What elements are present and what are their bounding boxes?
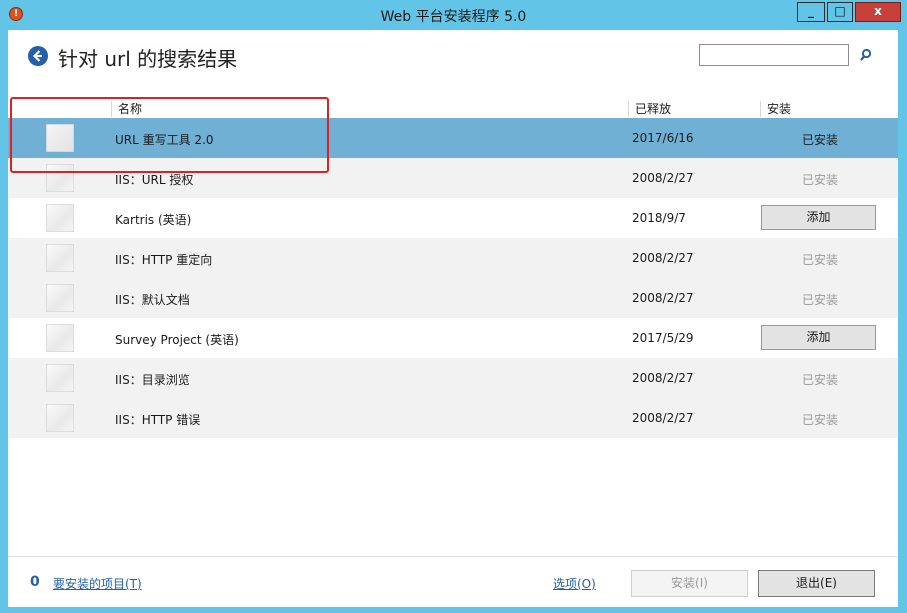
release-date: 2018/9/7: [632, 211, 686, 225]
release-date: 2008/2/27: [632, 171, 694, 185]
release-date: 2017/6/16: [632, 131, 694, 145]
selected-count: 0: [30, 574, 40, 590]
items-to-install-link[interactable]: 要安装的项目(T): [53, 575, 142, 592]
product-name: Kartris (英语): [115, 213, 192, 227]
back-arrow-icon[interactable]: [28, 46, 48, 66]
release-date: 2008/2/27: [632, 411, 694, 425]
product-name: IIS：默认文档: [115, 293, 190, 307]
install-status: 已安装: [801, 133, 838, 147]
product-name: IIS：URL 授权: [115, 173, 194, 187]
product-thumbnail: [46, 204, 74, 232]
column-header-install[interactable]: 安装: [767, 101, 791, 117]
options-link[interactable]: 选项(O): [553, 575, 596, 592]
minimize-button[interactable]: _: [797, 2, 825, 22]
header-separator: [628, 101, 629, 117]
install-button[interactable]: 安装(I): [631, 570, 748, 597]
search-input[interactable]: [699, 44, 849, 66]
close-button[interactable]: x: [855, 2, 901, 22]
product-thumbnail: [46, 364, 74, 392]
release-date: 2008/2/27: [632, 291, 694, 305]
install-status: 已安装: [801, 253, 838, 267]
product-name: IIS：HTTP 错误: [115, 413, 201, 427]
add-button[interactable]: 添加: [761, 205, 876, 230]
table-row[interactable]: IIS：HTTP 重定向 2008/2/27 已安装: [8, 238, 898, 278]
table-row[interactable]: IIS：HTTP 错误 2008/2/27 已安装: [8, 398, 898, 438]
installer-window: ! Web 平台安装程序 5.0 _ □ x 针对 url 的搜索结果 名称 已…: [0, 0, 907, 613]
release-date: 2017/5/29: [632, 331, 694, 345]
window-title: Web 平台安装程序 5.0: [380, 9, 527, 25]
annotation-highlight-box: [10, 97, 329, 173]
product-name: Survey Project (英语): [115, 333, 239, 347]
header-separator: [760, 101, 761, 117]
install-status: 已安装: [801, 293, 838, 307]
product-thumbnail: [46, 324, 74, 352]
release-date: 2008/2/27: [632, 251, 694, 265]
footer-divider: [8, 556, 898, 557]
install-status: 已安装: [801, 173, 838, 187]
release-date: 2008/2/27: [632, 371, 694, 385]
search-icon[interactable]: [859, 47, 875, 63]
page-title: 针对 url 的搜索结果: [58, 47, 238, 71]
product-name: IIS：HTTP 重定向: [115, 253, 213, 267]
install-status: 已安装: [801, 413, 838, 427]
product-name: IIS：目录浏览: [115, 373, 190, 387]
product-thumbnail: [46, 284, 74, 312]
add-button[interactable]: 添加: [761, 325, 876, 350]
exit-button[interactable]: 退出(E): [758, 570, 875, 597]
column-header-released[interactable]: 已释放: [635, 101, 671, 117]
product-thumbnail: [46, 404, 74, 432]
table-row[interactable]: Survey Project (英语) 2017/5/29 添加: [8, 318, 898, 358]
install-status: 已安装: [801, 373, 838, 387]
maximize-button[interactable]: □: [827, 2, 853, 22]
table-row[interactable]: IIS：目录浏览 2008/2/27 已安装: [8, 358, 898, 398]
product-thumbnail: [46, 244, 74, 272]
table-row[interactable]: IIS：默认文档 2008/2/27 已安装: [8, 278, 898, 318]
title-bar[interactable]: ! Web 平台安装程序 5.0 _ □ x: [0, 0, 907, 30]
table-row[interactable]: Kartris (英语) 2018/9/7 添加: [8, 198, 898, 238]
